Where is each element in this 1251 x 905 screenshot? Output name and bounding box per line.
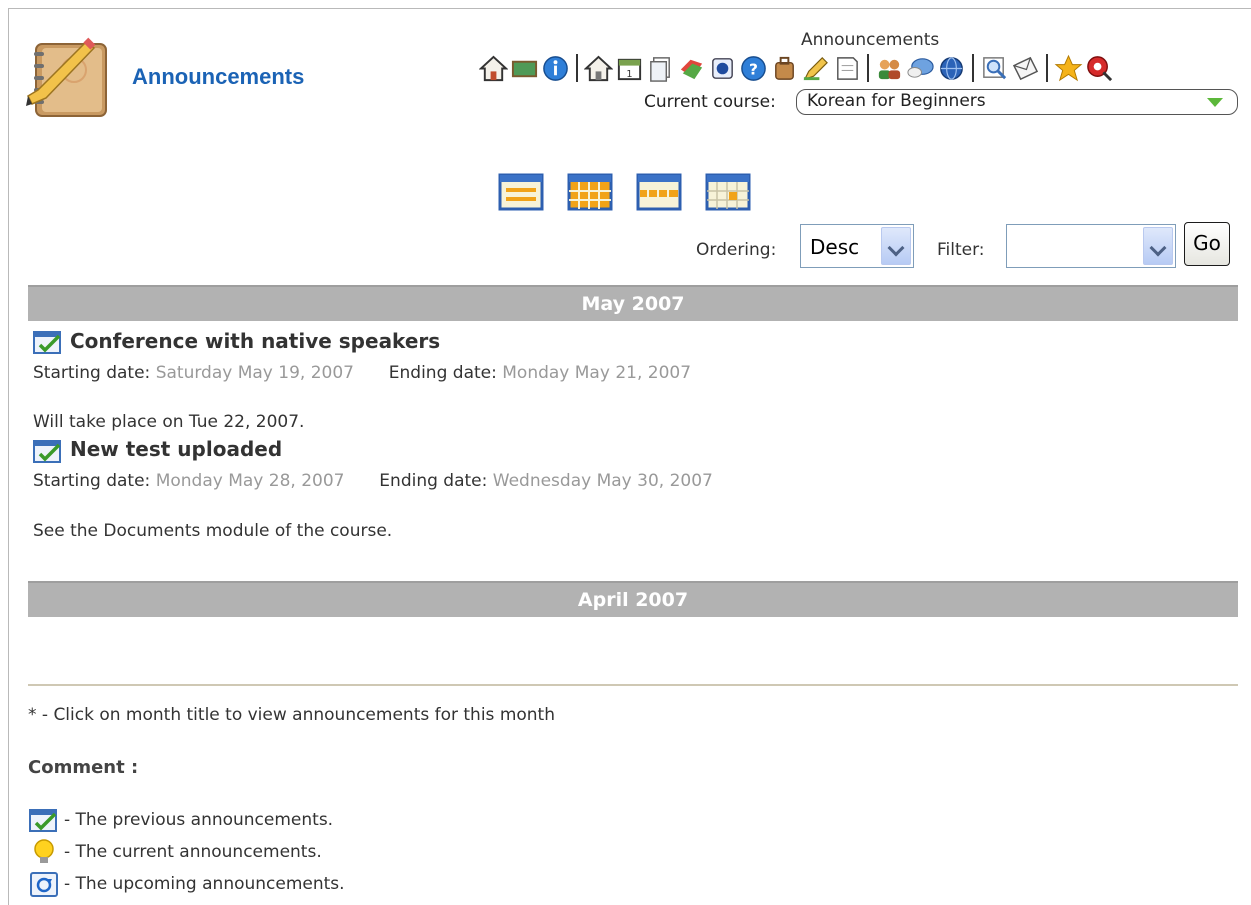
previous-announcement-icon (28, 806, 60, 834)
view-mode-group (498, 172, 751, 212)
comment-title: Comment : (28, 757, 139, 778)
starting-date-value: Saturday May 19, 2007 (155, 363, 354, 383)
announcement-dates: Starting date: Saturday May 19, 2007 End… (33, 363, 691, 383)
users-icon[interactable] (874, 52, 905, 84)
toolbar: 1 ? (478, 50, 1115, 86)
toolbar-separator (867, 54, 869, 82)
frame-border-top (8, 8, 1251, 9)
filter-label: Filter: (937, 240, 985, 260)
links-icon[interactable] (676, 52, 707, 84)
starting-date-value: Monday May 28, 2007 (155, 471, 345, 491)
frame-border-left (8, 8, 9, 905)
ending-date-label: Ending date: (379, 471, 488, 491)
ordering-value: Desc (810, 235, 860, 259)
month-title-hint: * - Click on month title to view announc… (28, 705, 555, 725)
current-course-label: Current course: (644, 92, 776, 112)
ordering-label: Ordering: (696, 240, 777, 260)
legend-text: - The current announcements. (64, 842, 322, 862)
chat-icon[interactable] (905, 52, 936, 84)
ending-date-value: Wednesday May 30, 2007 (492, 471, 713, 491)
legend-text: - The previous announcements. (64, 810, 334, 830)
pencil-icon[interactable] (800, 52, 831, 84)
filter-select[interactable] (1006, 224, 1176, 268)
previous-announcement-icon (33, 329, 63, 355)
previous-announcement-icon (33, 438, 63, 464)
assignments-icon[interactable] (831, 52, 862, 84)
chevron-down-icon[interactable] (1143, 227, 1173, 265)
ending-date-label: Ending date: (388, 363, 497, 383)
blackboard-icon[interactable] (509, 52, 540, 84)
current-course-value: Korean for Beginners (807, 91, 986, 111)
legend-text: - The upcoming announcements. (64, 874, 345, 894)
announcement-body: Will take place on Tue 22, 2007. (33, 412, 305, 432)
help-icon[interactable]: ? (738, 52, 769, 84)
page-title: Announcements (132, 64, 305, 89)
toolbar-separator (1046, 54, 1048, 82)
logout-icon[interactable] (1084, 52, 1115, 84)
starting-date-label: Starting date: (33, 471, 151, 491)
go-button[interactable]: Go (1184, 222, 1230, 266)
announcement-body: See the Documents module of the course. (33, 521, 393, 541)
toolbar-separator (576, 54, 578, 82)
ordering-select[interactable]: Desc (800, 224, 914, 268)
toolbar-separator (972, 54, 974, 82)
upcoming-announcement-icon (28, 870, 60, 898)
announcement-title[interactable]: Conference with native speakers (70, 329, 440, 353)
month-title-april-2007[interactable]: April 2007 (28, 581, 1238, 617)
week-view-icon[interactable] (636, 172, 682, 212)
svg-text:1: 1 (626, 69, 632, 80)
star-icon[interactable] (1053, 52, 1084, 84)
month-view-icon[interactable] (567, 172, 613, 212)
list-view-icon[interactable] (498, 172, 544, 212)
announcement-dates: Starting date: Monday May 28, 2007 Endin… (33, 471, 713, 491)
announcement-title[interactable]: New test uploaded (70, 437, 282, 461)
bag-icon[interactable] (769, 52, 800, 84)
day-view-icon[interactable] (705, 172, 751, 212)
calendar-icon[interactable]: 1 (614, 52, 645, 84)
legend-upcoming: - The upcoming announcements. (28, 870, 345, 898)
month-title-may-2007[interactable]: May 2007 (28, 285, 1238, 321)
announcements-notebook-icon (24, 34, 124, 124)
current-course-select[interactable]: Korean for Beginners (796, 89, 1238, 115)
exercises-icon[interactable] (707, 52, 738, 84)
globe-icon[interactable] (936, 52, 967, 84)
documents-icon[interactable] (645, 52, 676, 84)
ending-date-value: Monday May 21, 2007 (502, 363, 692, 383)
search-icon[interactable] (979, 52, 1010, 84)
mail-icon[interactable] (1010, 52, 1041, 84)
chevron-down-icon (1207, 98, 1223, 107)
divider (28, 684, 1238, 686)
legend-previous: - The previous announcements. (28, 806, 333, 834)
info-icon[interactable] (540, 52, 571, 84)
svg-text:?: ? (749, 60, 758, 78)
toolbar-caption: Announcements (801, 30, 940, 50)
current-announcement-icon (28, 838, 60, 866)
legend-current: - The current announcements. (28, 838, 322, 866)
home-icon[interactable] (478, 52, 509, 84)
chevron-down-icon[interactable] (881, 227, 911, 265)
course-home-icon[interactable] (583, 52, 614, 84)
starting-date-label: Starting date: (33, 363, 151, 383)
